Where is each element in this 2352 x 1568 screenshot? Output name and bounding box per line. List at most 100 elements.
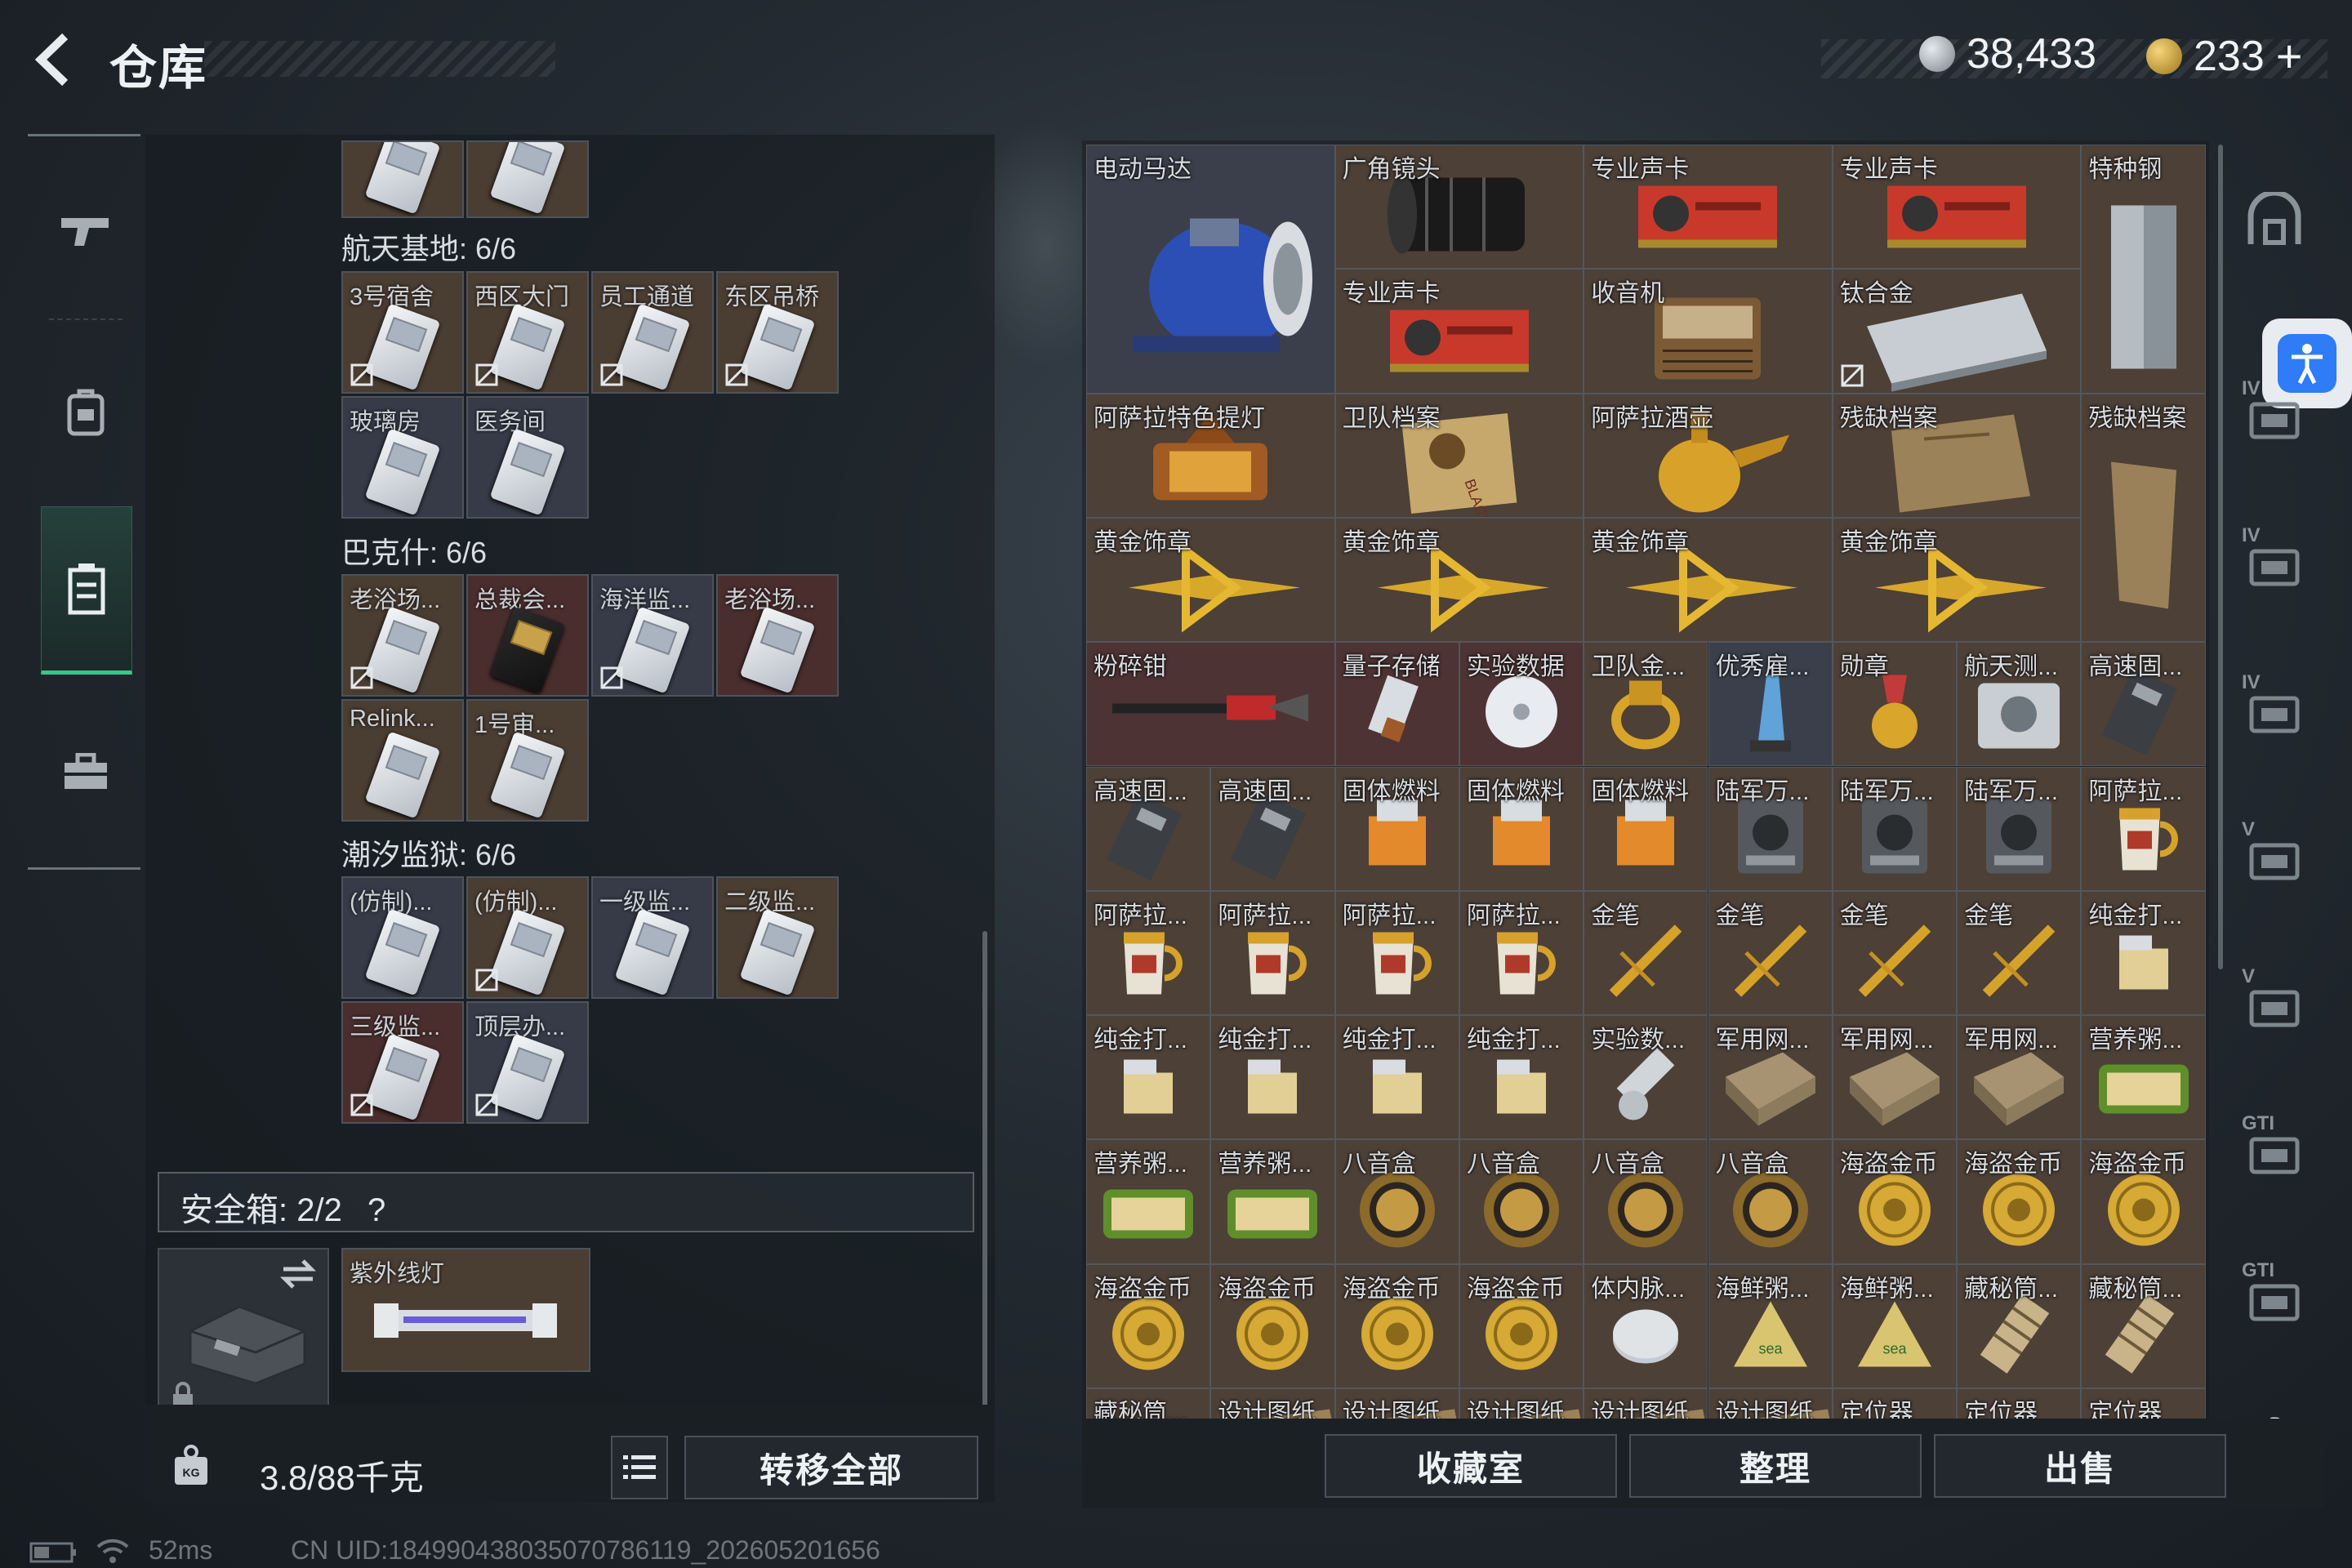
stash-item[interactable]: 设计图纸 [1708, 1388, 1833, 1419]
stash-item[interactable]: 固体燃料 [1334, 766, 1459, 891]
stash-item[interactable]: 藏秘筒... [1957, 1263, 2082, 1388]
key-slot[interactable]: 总裁会... [466, 574, 589, 697]
stash-item[interactable]: 设计图纸 [1334, 1388, 1459, 1419]
key-slot[interactable]: 二级监... [716, 876, 839, 999]
key-slot[interactable]: 员工通道 [591, 271, 714, 394]
key-slot[interactable]: 东区吊桥 [716, 271, 839, 394]
stash-item[interactable]: 阿萨拉酒壶 [1584, 393, 1833, 518]
stash-item[interactable]: 八音盒 [1708, 1139, 1833, 1264]
stash-item[interactable]: 海盗金币 [2081, 1139, 2206, 1264]
nav-toolbox[interactable] [41, 727, 131, 817]
stash-item[interactable]: 海盗金币 [1334, 1263, 1459, 1388]
stash-item[interactable]: 军用网... [1832, 1015, 1958, 1140]
safebox-slot-uv-lamp[interactable]: 紫外线灯 [341, 1248, 590, 1372]
stash-item[interactable]: 陆军万... [1957, 766, 2082, 891]
stash-item[interactable]: 航天测... [1957, 642, 2082, 767]
key-slot[interactable]: 老浴场... [341, 574, 464, 697]
stash-item[interactable]: 设计图纸 [1459, 1388, 1584, 1419]
stash-item[interactable]: 优秀雇... [1708, 642, 1833, 767]
stash-item[interactable]: 军用网... [1957, 1015, 2082, 1140]
help-icon[interactable]: ? [368, 1192, 385, 1228]
stash-item[interactable]: 定位器 [2081, 1388, 2206, 1419]
stash-item[interactable]: 电动马达 [1086, 145, 1335, 394]
key-slot[interactable]: 西区大门 [466, 271, 589, 394]
stash-item[interactable]: 黄金饰章 [1832, 517, 2082, 643]
left-scrollbar[interactable] [982, 931, 987, 1421]
stash-item[interactable]: 军用网... [1708, 1015, 1833, 1140]
stash-item[interactable]: 广角镜头 [1334, 145, 1584, 270]
transfer-all-button[interactable]: 转移全部 [684, 1436, 978, 1499]
sell-button[interactable]: 出售 [1934, 1434, 2226, 1498]
stash-item[interactable]: 海盗金币 [1086, 1263, 1211, 1388]
key-slot[interactable]: Relink... [341, 699, 464, 822]
stash-tab-7[interactable]: GTI [2242, 1112, 2307, 1183]
stash-item[interactable]: 八音盒 [1334, 1139, 1459, 1264]
stash-item[interactable]: 金笔 [1708, 890, 1833, 1016]
stash-item[interactable]: 黄金饰章 [1334, 517, 1584, 643]
key-slot-partial[interactable] [341, 140, 464, 218]
stash-item[interactable]: 粉碎钳 [1086, 642, 1335, 767]
stash-item[interactable]: 陆军万... [1708, 766, 1833, 891]
key-slot[interactable]: 一级监... [591, 876, 714, 999]
stash-item[interactable]: 钛合金 [1832, 269, 2082, 394]
stash-item[interactable]: 海盗金币 [1210, 1263, 1335, 1388]
right-scrollbar[interactable] [2218, 145, 2223, 969]
stash-item[interactable]: 黄金饰章 [1584, 517, 1833, 643]
stash-item[interactable]: 纯金打... [1459, 1015, 1584, 1140]
stash-item[interactable]: 残缺档案 [2081, 393, 2206, 643]
currency-gold[interactable]: 233 + [2146, 29, 2302, 82]
stash-item[interactable]: 量子存储 [1334, 642, 1459, 767]
stash-item[interactable]: 海盗金币 [1957, 1139, 2082, 1264]
stash-item[interactable]: 金笔 [1832, 890, 1958, 1016]
stash-item[interactable]: 纯金打... [1210, 1015, 1335, 1140]
key-slot[interactable]: 医务间 [466, 396, 589, 519]
key-slot[interactable]: 顶层办... [466, 1001, 589, 1124]
add-currency-icon[interactable]: + [2276, 29, 2303, 82]
stash-item[interactable]: 阿萨拉... [1210, 890, 1335, 1016]
stash-item[interactable]: 纯金打... [1086, 1015, 1211, 1140]
stash-item[interactable]: 阿萨拉... [1334, 890, 1459, 1016]
key-slot[interactable]: 3号宿舍 [341, 271, 464, 394]
back-button[interactable] [24, 31, 82, 88]
key-slot[interactable]: 海洋监... [591, 574, 714, 697]
stash-item[interactable]: 阿萨拉... [2081, 766, 2206, 891]
stash-item[interactable]: 设计图纸 [1584, 1388, 1708, 1419]
nav-warehouse[interactable] [41, 506, 132, 675]
stash-tab-5[interactable]: V [2242, 818, 2307, 889]
stash-item[interactable]: 藏秘筒... [2081, 1263, 2206, 1388]
stash-tab-main[interactable] [2242, 186, 2307, 252]
stash-item[interactable]: 实验数... [1584, 1015, 1708, 1140]
stash-item[interactable]: 陆军万... [1832, 766, 1958, 891]
stash-tab-2[interactable]: IV [2242, 377, 2307, 448]
nav-backpack[interactable] [41, 368, 131, 457]
sort-button[interactable]: 整理 [1629, 1434, 1922, 1498]
stash-item[interactable]: 海盗金币 [1832, 1139, 1958, 1264]
stash-tab-8[interactable]: GTI [2242, 1259, 2307, 1330]
list-view-button[interactable] [611, 1436, 668, 1499]
safebox-bar[interactable]: 安全箱: 2/2 ? [158, 1172, 974, 1232]
stash-item[interactable]: 高速固... [1086, 766, 1211, 891]
stash-item[interactable]: 纯金打... [1334, 1015, 1459, 1140]
stash-item[interactable]: 营养粥... [1086, 1139, 1211, 1264]
stash-item[interactable]: 定位器 [1957, 1388, 2082, 1419]
stash-item[interactable]: 八音盒 [1459, 1139, 1584, 1264]
collection-room-button[interactable]: 收藏室 [1325, 1434, 1617, 1498]
stash-item[interactable]: 特种钢 [2081, 145, 2206, 394]
stash-item[interactable]: 卫队档案 BLACK [1334, 393, 1584, 518]
key-slot[interactable]: (仿制)... [466, 876, 589, 999]
stash-item[interactable]: 金笔 [1957, 890, 2082, 1016]
stash-item[interactable]: 收音机 [1584, 269, 1833, 394]
stash-tab-6[interactable]: V [2242, 965, 2307, 1036]
stash-item[interactable]: 体内脉... [1584, 1263, 1708, 1388]
stash-item[interactable]: 阿萨拉特色提灯 [1086, 393, 1335, 518]
stash-item[interactable]: 设计图纸 [1210, 1388, 1335, 1419]
stash-item[interactable]: 勋章 [1832, 642, 1958, 767]
stash-item[interactable]: 营养粥... [1210, 1139, 1335, 1264]
stash-item[interactable]: 专业声卡 [1832, 145, 2082, 270]
stash-item[interactable]: 高速固... [2081, 642, 2206, 767]
stash-item[interactable]: 阿萨拉... [1086, 890, 1211, 1016]
key-slot[interactable]: 三级监... [341, 1001, 464, 1124]
stash-item[interactable]: 黄金饰章 [1086, 517, 1335, 643]
stash-item[interactable]: 八音盒 [1584, 1139, 1708, 1264]
safebox-container[interactable] [158, 1248, 329, 1419]
